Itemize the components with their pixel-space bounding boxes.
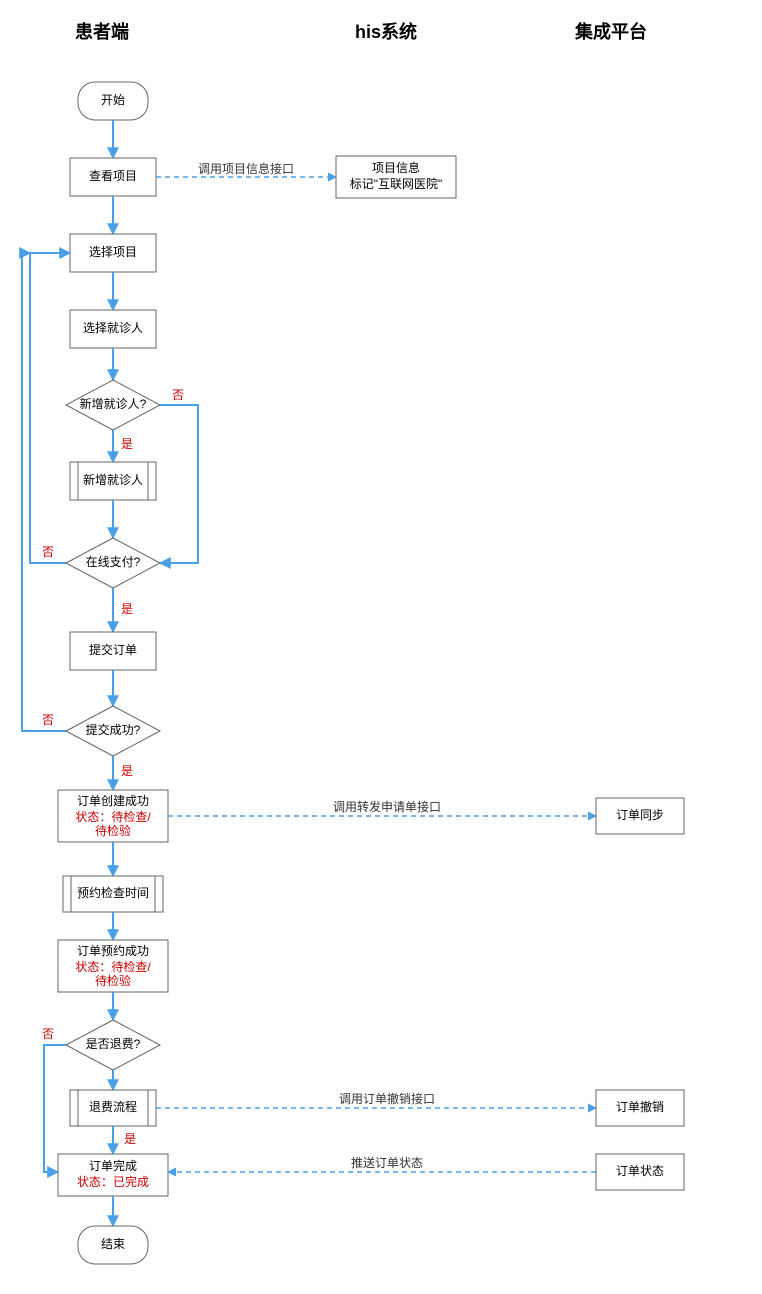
node-submit-ok-q-label: 提交成功?	[86, 722, 141, 737]
node-end-label: 结束	[101, 1237, 125, 1251]
node-order-done-l1: 订单完成	[89, 1158, 137, 1173]
node-online-pay-q-label: 在线支付?	[86, 555, 141, 569]
node-add-patient-label: 新增就诊人	[83, 472, 143, 487]
node-order-created-l3: 待检验	[95, 823, 131, 838]
lane-patient-title: 患者端	[75, 22, 129, 42]
edge-okq-no-label: 否	[42, 713, 54, 727]
node-order-reserved-l3: 待检验	[95, 973, 131, 988]
edge-call-order-cancel-label: 调用订单撤销接口	[339, 1091, 435, 1106]
node-project-info-l2: 标记"互联网医院"	[350, 177, 443, 191]
node-order-cancel-label: 订单撤销	[616, 1099, 664, 1114]
node-project-info-l1: 项目信息	[372, 160, 420, 175]
flowchart: 患者端 his系统 集成平台 开始 查看项目 调用项目信息接口 项目信息 标记"…	[0, 0, 762, 1294]
node-order-status-label: 订单状态	[616, 1164, 664, 1178]
edge-okq-no	[22, 253, 66, 731]
node-order-created-l2: 状态：待检查/	[75, 809, 151, 824]
edge-refundq-no	[44, 1045, 66, 1172]
edge-call-forward-request-label: 调用转发申请单接口	[333, 799, 441, 814]
edge-addq-no	[160, 405, 198, 563]
lane-platform-title: 集成平台	[574, 21, 647, 42]
edge-payq-no	[30, 253, 70, 563]
node-start-label: 开始	[101, 93, 125, 107]
edge-payq-yes-label: 是	[121, 602, 133, 616]
node-order-sync-label: 订单同步	[616, 808, 664, 822]
edge-call-project-info-label: 调用项目信息接口	[198, 161, 294, 176]
node-order-created-l1: 订单创建成功	[77, 794, 149, 808]
edge-refundq-yes-label: 是	[124, 1132, 136, 1146]
edge-addq-yes-label: 是	[121, 437, 133, 451]
edge-refundq-no-label: 否	[42, 1027, 54, 1041]
node-order-reserved-l2: 状态：待检查/	[75, 959, 151, 974]
node-refund-q-label: 是否退费?	[86, 1037, 141, 1051]
lane-his-title: his系统	[355, 21, 417, 42]
edge-okq-yes-label: 是	[121, 764, 133, 778]
node-select-project-label: 选择项目	[89, 245, 137, 259]
node-order-done-l2: 状态：已完成	[77, 1174, 149, 1189]
edge-push-order-status-label: 推送订单状态	[351, 1155, 423, 1170]
node-view-project-label: 查看项目	[89, 169, 137, 183]
node-submit-order-label: 提交订单	[89, 642, 137, 657]
node-order-reserved-l1: 订单预约成功	[77, 943, 149, 958]
node-reserve-time-label: 预约检查时间	[77, 885, 149, 900]
node-refund-flow-label: 退费流程	[89, 1099, 137, 1114]
node-add-patient-q-label: 新增就诊人?	[80, 396, 147, 411]
node-select-patient-label: 选择就诊人	[83, 321, 143, 335]
edge-addq-no-label: 否	[172, 388, 184, 402]
edge-payq-no-label: 否	[42, 545, 54, 559]
